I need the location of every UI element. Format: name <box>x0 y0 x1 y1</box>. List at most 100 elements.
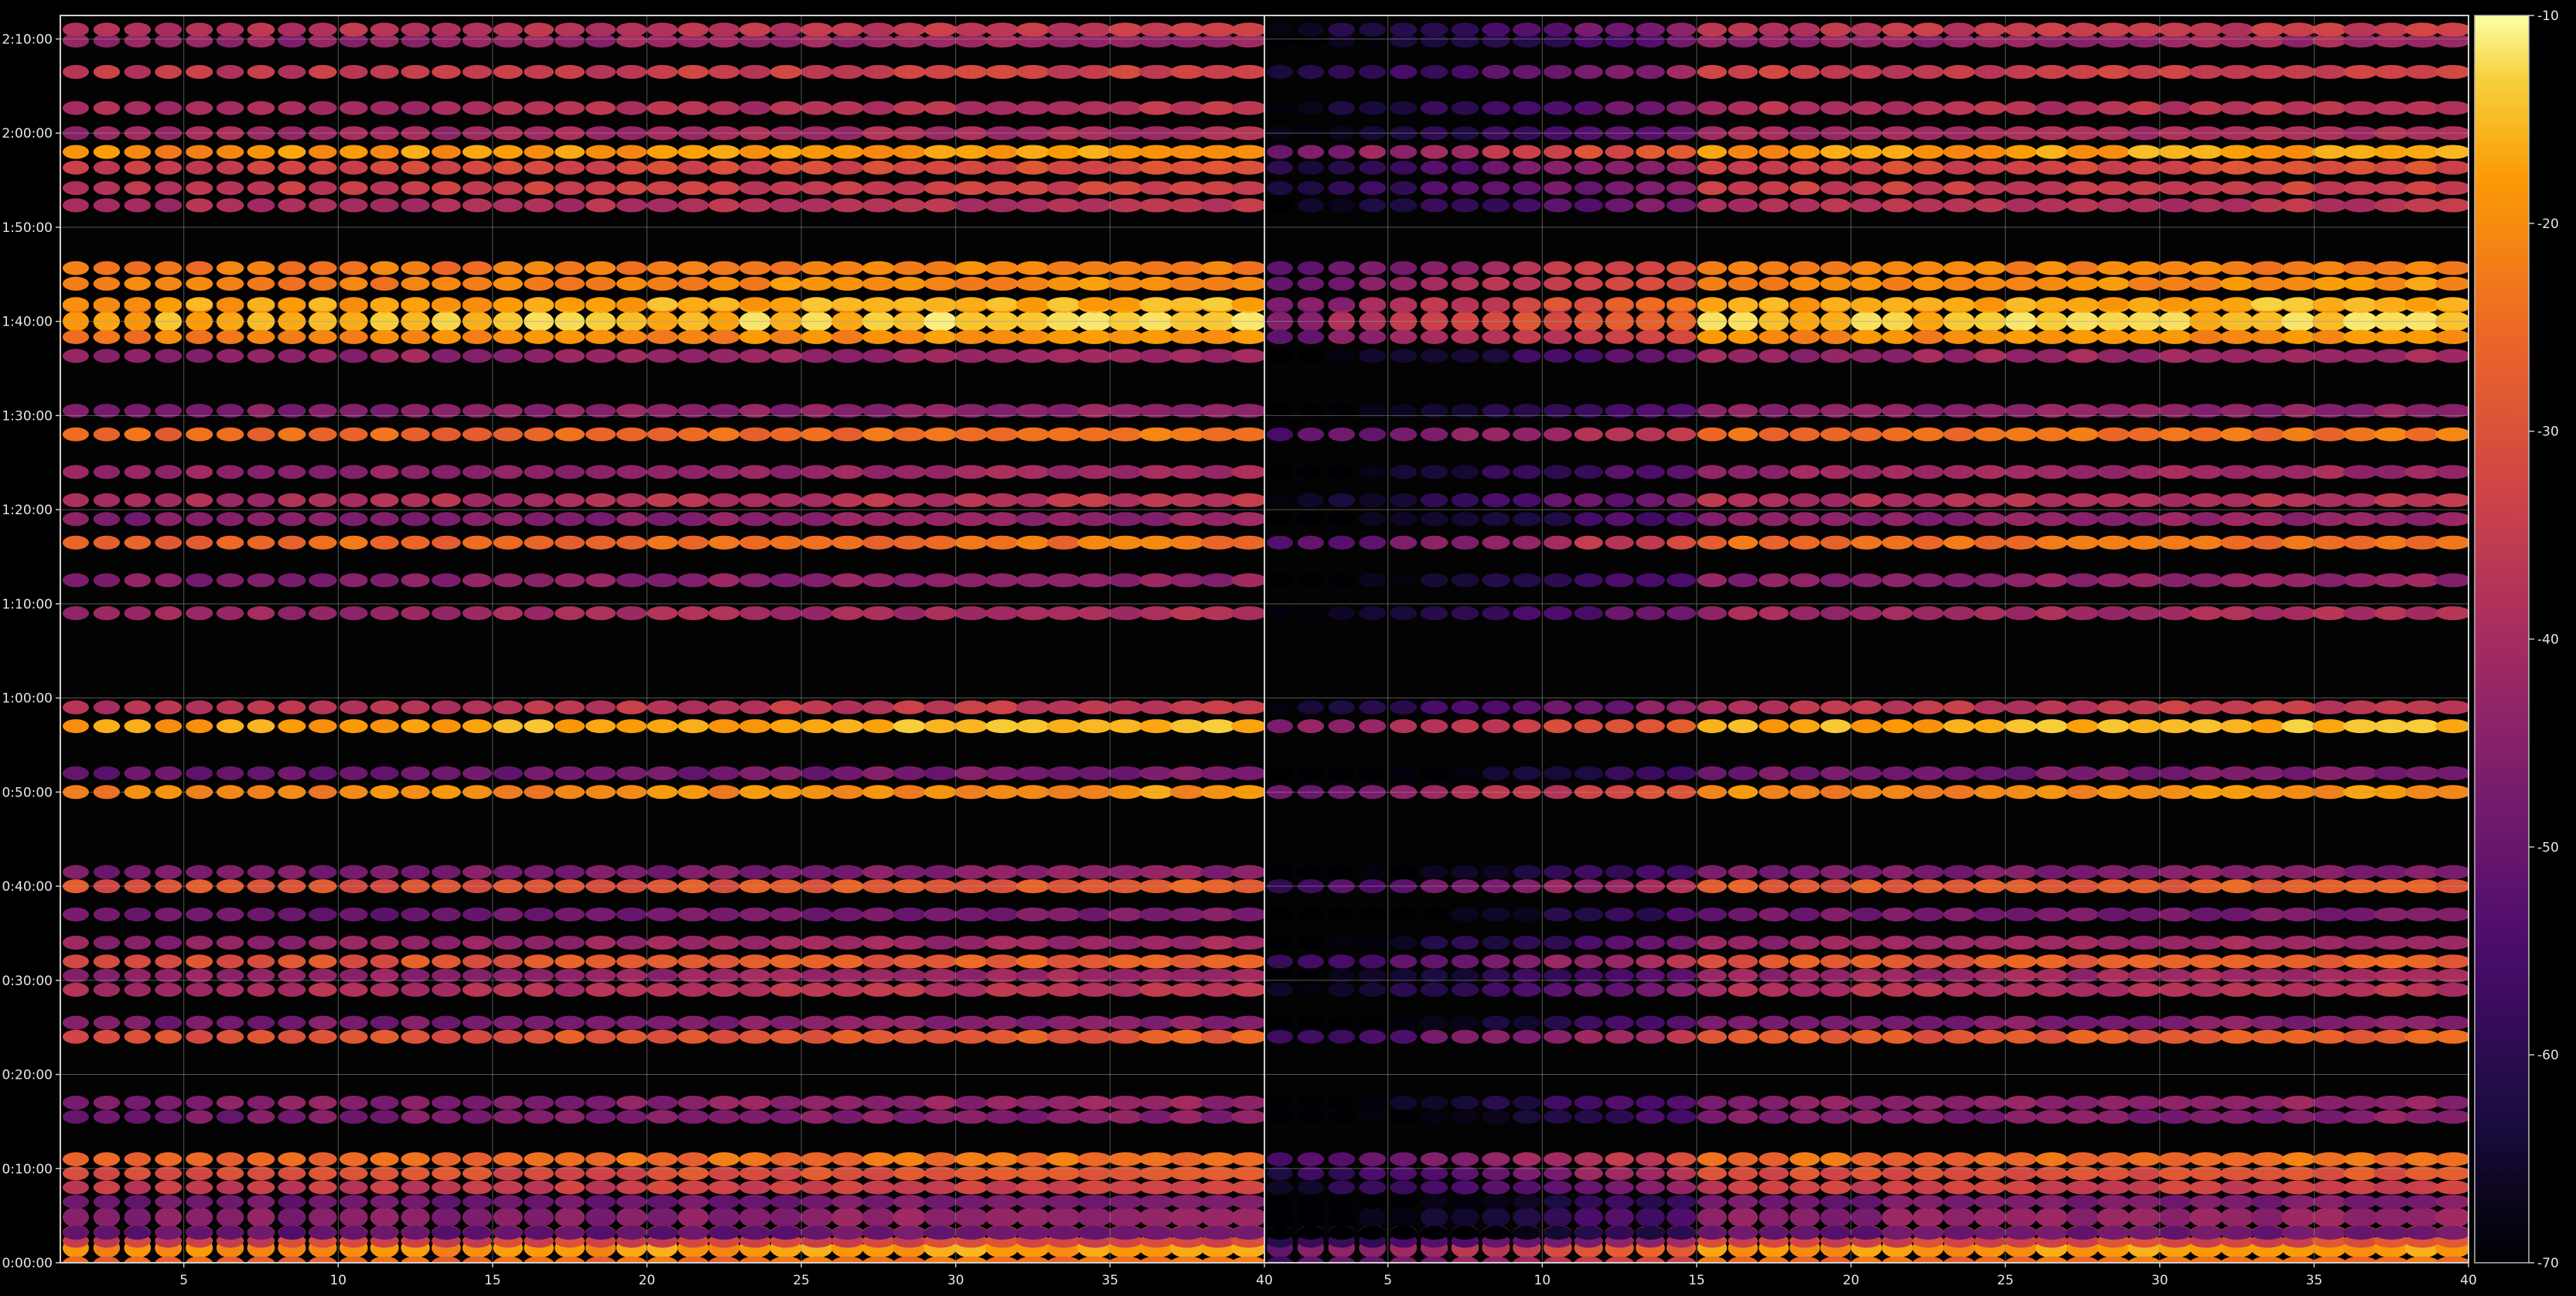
heat-cell <box>1851 160 1882 175</box>
heat-cell <box>2158 22 2192 37</box>
heat-cell <box>1107 427 1143 442</box>
heat-cell <box>2066 145 2100 159</box>
heat-cell <box>1974 1096 2006 1110</box>
heat-cell <box>616 512 647 527</box>
heat-cell <box>1943 907 1975 922</box>
heat-cell <box>1138 573 1174 588</box>
heat-cell <box>124 1152 152 1167</box>
heat-cell <box>1169 65 1205 79</box>
heat-cell <box>892 719 926 734</box>
heat-cell <box>2219 766 2254 780</box>
heat-cell <box>524 865 554 879</box>
heat-cell <box>1759 465 1790 479</box>
heat-cell <box>1107 349 1143 363</box>
heat-cell <box>1328 297 1356 312</box>
heat-cell <box>677 145 709 159</box>
heat-cell <box>1169 535 1205 550</box>
heat-cell <box>1728 297 1759 312</box>
heat-cell <box>1912 261 1944 275</box>
heat-cell <box>2158 1226 2192 1240</box>
heat-cell <box>862 606 896 620</box>
heat-cell <box>1697 1195 1728 1209</box>
heat-cell <box>278 936 306 950</box>
heat-cell <box>1297 329 1325 344</box>
heat-cell <box>616 145 647 159</box>
heat-cell <box>524 936 554 950</box>
heat-cell <box>647 1029 678 1044</box>
heat-cell <box>247 493 275 507</box>
heat-cell <box>93 719 121 734</box>
heat-cell <box>1605 1096 1634 1110</box>
heat-cell <box>432 766 461 780</box>
heat-cell <box>1138 1015 1174 1030</box>
heat-cell <box>2373 1029 2409 1044</box>
heat-cell <box>339 493 368 507</box>
heat-cell <box>93 65 121 79</box>
heat-cell <box>1728 1110 1759 1124</box>
heat-cell <box>370 573 399 588</box>
heat-cell <box>1390 276 1418 291</box>
heat-cell <box>2312 276 2347 291</box>
heat-cell <box>1297 65 1325 79</box>
heat-cell <box>585 145 616 159</box>
heat-cell <box>1974 349 2006 363</box>
heat-cell <box>155 261 183 275</box>
heat-cell <box>2404 983 2440 997</box>
heat-cell <box>2189 936 2223 950</box>
heat-cell <box>462 719 493 734</box>
heat-cell <box>1851 198 1882 213</box>
heat-cell <box>708 65 740 79</box>
heat-cell <box>93 865 121 879</box>
heat-cell <box>769 198 802 213</box>
heat-cell <box>186 160 213 175</box>
heat-cell <box>432 606 461 620</box>
heat-cell <box>63 954 89 969</box>
heat-cell <box>2189 1195 2223 1209</box>
heat-cell <box>554 1096 585 1110</box>
heat-cell <box>1574 936 1603 950</box>
heat-cell <box>1790 1180 1820 1195</box>
heat-cell <box>1574 983 1603 997</box>
heat-cell <box>2342 1152 2378 1167</box>
heat-cell <box>1605 1015 1634 1030</box>
heat-cell <box>432 22 461 37</box>
heat-cell <box>800 954 833 969</box>
heat-cell <box>186 465 213 479</box>
heat-cell <box>401 1152 430 1167</box>
heat-cell <box>1420 512 1448 527</box>
heat-cell <box>1328 1029 1356 1044</box>
heat-cell <box>63 297 89 312</box>
heat-cell <box>1636 465 1665 479</box>
heat-cell <box>831 1195 864 1209</box>
heat-cell <box>1574 349 1603 363</box>
heat-cell <box>1451 766 1479 780</box>
heat-cell <box>1297 276 1325 291</box>
heat-cell <box>1046 1152 1081 1167</box>
heat-cell <box>2097 181 2131 196</box>
heat-cell <box>923 1015 957 1030</box>
heat-cell <box>2281 1096 2316 1110</box>
heat-cell <box>370 276 399 291</box>
heat-cell <box>1513 1180 1541 1195</box>
heat-cell <box>63 1015 89 1030</box>
heat-cell <box>1420 329 1448 344</box>
heat-cell <box>1666 907 1697 922</box>
heat-cell <box>2404 1029 2440 1044</box>
heat-cell <box>1728 573 1759 588</box>
heat-cell <box>1267 1195 1293 1209</box>
heat-cell <box>862 276 896 291</box>
heat-cell <box>1728 493 1759 507</box>
heat-cell <box>2373 65 2409 79</box>
heat-cell <box>1267 1207 1293 1228</box>
heat-cell <box>800 276 833 291</box>
heat-cell <box>309 493 337 507</box>
heat-cell <box>1605 700 1634 715</box>
heat-cell <box>1543 1029 1572 1044</box>
heat-cell <box>2404 1015 2440 1030</box>
heat-cell <box>1574 465 1603 479</box>
heat-cell <box>1359 573 1387 588</box>
heat-cell <box>892 101 926 115</box>
heat-cell <box>1077 1029 1112 1044</box>
heat-cell <box>63 181 89 196</box>
heat-cell <box>309 936 337 950</box>
